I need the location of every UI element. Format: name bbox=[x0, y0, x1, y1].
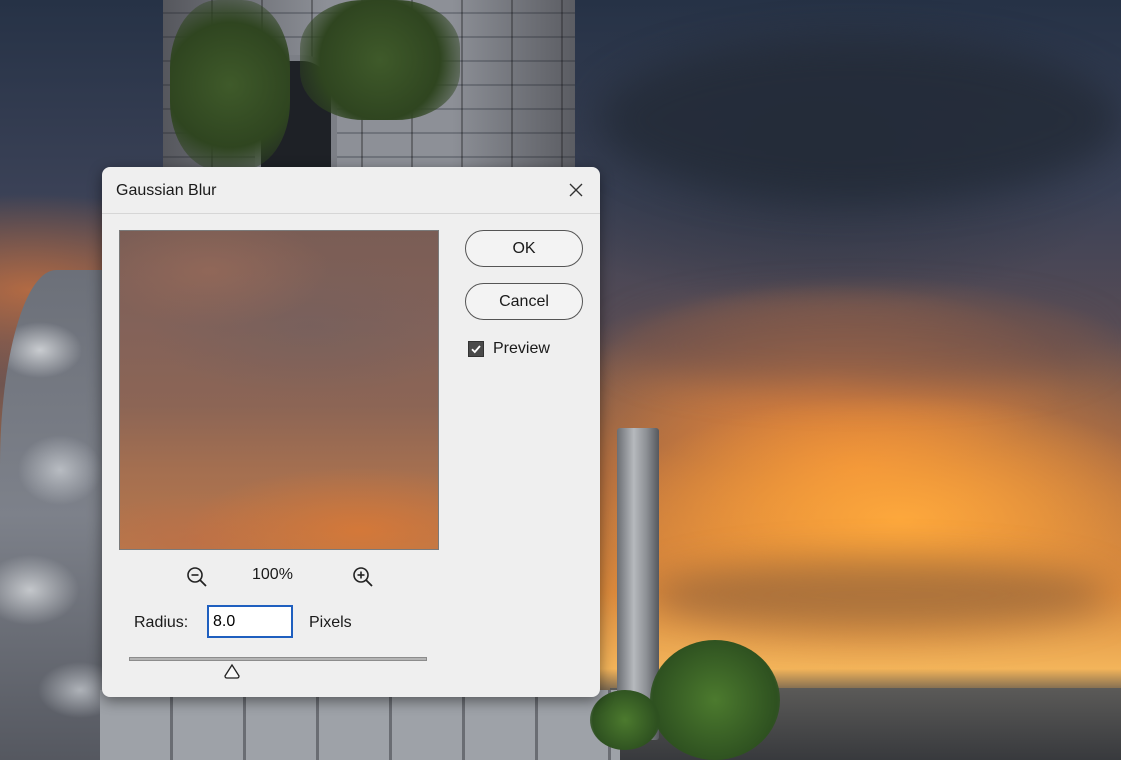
dialog-title: Gaussian Blur bbox=[116, 182, 217, 199]
stone-steps bbox=[100, 690, 620, 760]
zoom-out-icon bbox=[187, 567, 207, 587]
checkbox-box[interactable] bbox=[468, 341, 484, 357]
cloud bbox=[620, 300, 1100, 390]
close-icon bbox=[569, 183, 583, 197]
cancel-button[interactable]: Cancel bbox=[465, 283, 583, 320]
gaussian-blur-dialog: Gaussian Blur 100% Radius: Pixels OK Ca bbox=[102, 167, 600, 697]
zoom-in-button[interactable] bbox=[351, 565, 375, 589]
close-button[interactable] bbox=[562, 177, 590, 203]
plant bbox=[590, 690, 660, 750]
cloud bbox=[650, 560, 1110, 630]
zoom-out-button[interactable] bbox=[185, 565, 209, 589]
preview-checkbox[interactable]: Preview bbox=[468, 340, 550, 358]
blur-preview-image[interactable] bbox=[119, 230, 439, 550]
ivy bbox=[170, 0, 290, 170]
radius-slider-track[interactable] bbox=[129, 657, 427, 661]
ok-button[interactable]: OK bbox=[465, 230, 583, 267]
units-label: Pixels bbox=[309, 614, 352, 631]
title-divider bbox=[102, 213, 600, 214]
triangle-thumb-icon bbox=[224, 663, 240, 679]
ivy bbox=[300, 0, 460, 120]
radius-input[interactable] bbox=[207, 605, 293, 638]
plant bbox=[650, 640, 780, 760]
radius-slider-thumb[interactable] bbox=[223, 663, 241, 679]
checkmark-icon bbox=[471, 345, 481, 354]
cloud bbox=[600, 40, 1120, 200]
radius-label: Radius: bbox=[134, 614, 189, 631]
zoom-in-icon bbox=[353, 567, 373, 587]
zoom-level: 100% bbox=[252, 566, 293, 583]
preview-label: Preview bbox=[493, 340, 550, 357]
